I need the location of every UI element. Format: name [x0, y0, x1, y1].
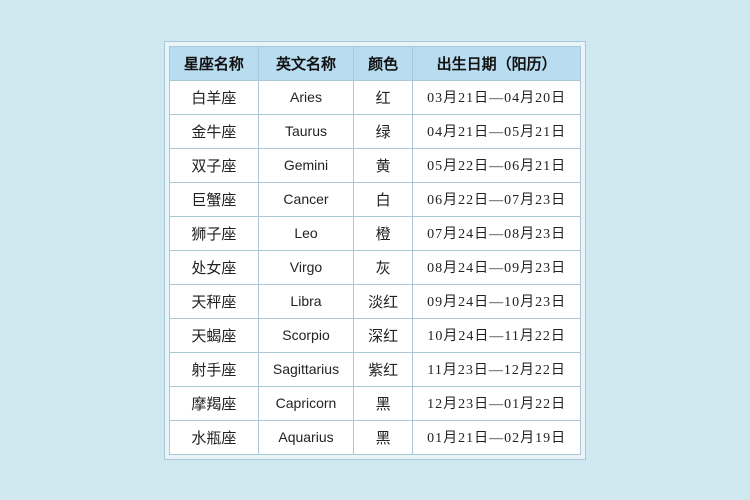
cell-english-name: Aquarius: [258, 420, 353, 454]
cell-chinese-name: 天秤座: [169, 284, 258, 318]
cell-birth-dates: 06月22日—07月23日: [413, 182, 581, 216]
cell-english-name: Gemini: [258, 148, 353, 182]
cell-color: 深红: [354, 318, 413, 352]
cell-birth-dates: 04月21日—05月21日: [413, 114, 581, 148]
cell-color: 灰: [354, 250, 413, 284]
cell-birth-dates: 07月24日—08月23日: [413, 216, 581, 250]
table-row: 摩羯座Capricorn黑12月23日—01月22日: [169, 386, 580, 420]
cell-chinese-name: 射手座: [169, 352, 258, 386]
zodiac-table-container: 星座名称 英文名称 颜色 出生日期（阳历） 白羊座Aries红03月21日—04…: [164, 41, 586, 460]
cell-color: 绿: [354, 114, 413, 148]
table-row: 双子座Gemini黄05月22日—06月21日: [169, 148, 580, 182]
cell-color: 橙: [354, 216, 413, 250]
table-row: 水瓶座Aquarius黑01月21日—02月19日: [169, 420, 580, 454]
cell-english-name: Libra: [258, 284, 353, 318]
header-chinese-name: 星座名称: [169, 46, 258, 80]
header-color: 颜色: [354, 46, 413, 80]
cell-color: 红: [354, 80, 413, 114]
table-header-row: 星座名称 英文名称 颜色 出生日期（阳历）: [169, 46, 580, 80]
cell-chinese-name: 巨蟹座: [169, 182, 258, 216]
cell-birth-dates: 10月24日—11月22日: [413, 318, 581, 352]
cell-chinese-name: 狮子座: [169, 216, 258, 250]
header-english-name: 英文名称: [258, 46, 353, 80]
cell-english-name: Aries: [258, 80, 353, 114]
cell-chinese-name: 水瓶座: [169, 420, 258, 454]
cell-color: 黑: [354, 420, 413, 454]
cell-english-name: Sagittarius: [258, 352, 353, 386]
cell-birth-dates: 12月23日—01月22日: [413, 386, 581, 420]
table-row: 处女座Virgo灰08月24日—09月23日: [169, 250, 580, 284]
cell-english-name: Cancer: [258, 182, 353, 216]
cell-birth-dates: 08月24日—09月23日: [413, 250, 581, 284]
cell-birth-dates: 03月21日—04月20日: [413, 80, 581, 114]
table-row: 白羊座Aries红03月21日—04月20日: [169, 80, 580, 114]
cell-chinese-name: 金牛座: [169, 114, 258, 148]
table-row: 射手座Sagittarius紫红11月23日—12月22日: [169, 352, 580, 386]
cell-english-name: Taurus: [258, 114, 353, 148]
table-body: 白羊座Aries红03月21日—04月20日金牛座Taurus绿04月21日—0…: [169, 80, 580, 454]
cell-color: 黄: [354, 148, 413, 182]
cell-color: 黑: [354, 386, 413, 420]
cell-english-name: Capricorn: [258, 386, 353, 420]
cell-english-name: Scorpio: [258, 318, 353, 352]
cell-chinese-name: 处女座: [169, 250, 258, 284]
cell-english-name: Leo: [258, 216, 353, 250]
cell-birth-dates: 01月21日—02月19日: [413, 420, 581, 454]
cell-english-name: Virgo: [258, 250, 353, 284]
cell-color: 白: [354, 182, 413, 216]
table-row: 狮子座Leo橙07月24日—08月23日: [169, 216, 580, 250]
header-birth-date: 出生日期（阳历）: [413, 46, 581, 80]
cell-birth-dates: 05月22日—06月21日: [413, 148, 581, 182]
zodiac-table: 星座名称 英文名称 颜色 出生日期（阳历） 白羊座Aries红03月21日—04…: [169, 46, 581, 455]
table-row: 天秤座Libra淡红09月24日—10月23日: [169, 284, 580, 318]
table-row: 天蝎座Scorpio深红10月24日—11月22日: [169, 318, 580, 352]
cell-color: 淡红: [354, 284, 413, 318]
table-row: 金牛座Taurus绿04月21日—05月21日: [169, 114, 580, 148]
cell-chinese-name: 白羊座: [169, 80, 258, 114]
cell-chinese-name: 天蝎座: [169, 318, 258, 352]
cell-birth-dates: 11月23日—12月22日: [413, 352, 581, 386]
cell-chinese-name: 摩羯座: [169, 386, 258, 420]
cell-color: 紫红: [354, 352, 413, 386]
table-row: 巨蟹座Cancer白06月22日—07月23日: [169, 182, 580, 216]
cell-birth-dates: 09月24日—10月23日: [413, 284, 581, 318]
cell-chinese-name: 双子座: [169, 148, 258, 182]
